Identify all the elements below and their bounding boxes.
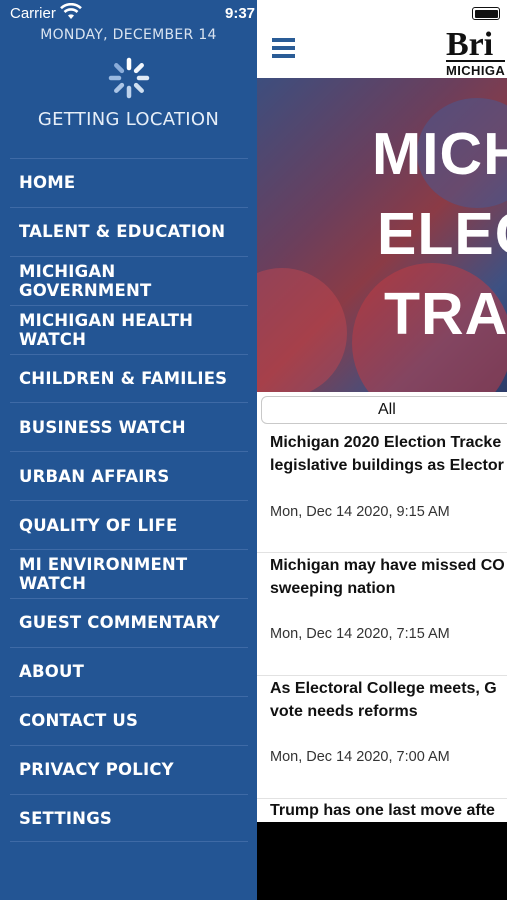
sidebar-item-privacy-policy[interactable]: PRIVACY POLICY (10, 744, 248, 794)
article-item[interactable]: Michigan 2020 Election Tracke legislative… (257, 431, 507, 553)
sidebar-item-home[interactable]: HOME (10, 158, 248, 207)
site-logo[interactable]: Bri MICHIGA (446, 26, 506, 78)
article-title: Michigan may have missed CO sweeping nati… (270, 557, 505, 597)
article-item[interactable]: As Electoral College meets, Gvote needs … (257, 677, 507, 799)
status-bar: Carrier 9:37 AM (0, 0, 507, 26)
article-item[interactable]: Trump has one last move afte (257, 799, 507, 822)
article-item[interactable]: Michigan may have missed CO sweeping nati… (257, 554, 507, 676)
filter-label: All (378, 401, 396, 418)
battery-icon (472, 7, 500, 20)
hero-line-2: ELEC (377, 201, 507, 267)
article-time: Mon, Dec 14 2020, 7:00 AM (270, 749, 450, 765)
article-title: As Electoral College meets, Gvote needs … (270, 680, 497, 720)
article-title: Trump has one last move afte (270, 802, 495, 819)
sidebar-item-urban-affairs[interactable]: URBAN AFFAIRS (10, 451, 248, 500)
filter-segment-all[interactable]: All (261, 396, 507, 424)
sidebar-item-quality-of-life[interactable]: QUALITY OF LIFE (10, 500, 248, 549)
wifi-icon (60, 3, 82, 19)
sidebar-menu: HOME TALENT & EDUCATION MICHIGAN GOVERNM… (10, 158, 248, 843)
main-content: Bri MICHIGA MICH ELEC TRAC All Michigan … (257, 0, 507, 822)
sidebar-item-mi-environment-watch[interactable]: MI ENVIRONMENT WATCH (10, 549, 248, 598)
carrier-label: Carrier (10, 5, 56, 22)
article-title: Michigan 2020 Election Tracke legislative… (270, 434, 504, 474)
sidebar-item-children-families[interactable]: CHILDREN & FAMILIES (10, 353, 248, 403)
sidebar-item-contact-us[interactable]: CONTACT US (10, 695, 248, 745)
bottom-area (257, 822, 507, 900)
location-status: GETTING LOCATION (37, 109, 220, 130)
status-time: 9:37 AM (225, 5, 282, 22)
logo-wordmark: Bri (446, 26, 494, 63)
article-time: Mon, Dec 14 2020, 7:15 AM (270, 626, 450, 642)
sidebar-item-michigan-health-watch[interactable]: MICHIGAN HEALTH WATCH (10, 304, 248, 354)
sidebar-item-business-watch[interactable]: BUSINESS WATCH (10, 402, 248, 451)
article-time: Mon, Dec 14 2020, 9:15 AM (270, 504, 450, 520)
loading-spinner-icon (108, 57, 150, 99)
sidebar-date: MONDAY, DECEMBER 14 (40, 27, 217, 43)
logo-subtitle: MICHIGA (446, 60, 506, 78)
sidebar-item-guest-commentary[interactable]: GUEST COMMENTARY (10, 598, 248, 647)
sidebar-drawer: MONDAY, DECEMBER 14 GETTING LOCATION HOM… (0, 0, 257, 900)
hero-line-3: TRAC (384, 281, 507, 347)
sidebar-item-talent-education[interactable]: TALENT & EDUCATION (10, 206, 248, 256)
hamburger-icon[interactable] (272, 38, 295, 58)
hero-line-1: MICH (372, 121, 507, 187)
sidebar-item-settings[interactable]: SETTINGS (10, 793, 248, 843)
sidebar-item-about[interactable]: ABOUT (10, 646, 248, 696)
hero-banner[interactable]: MICH ELEC TRAC (257, 78, 507, 392)
sidebar-item-michigan-government[interactable]: MICHIGAN GOVERNMENT (10, 255, 248, 305)
